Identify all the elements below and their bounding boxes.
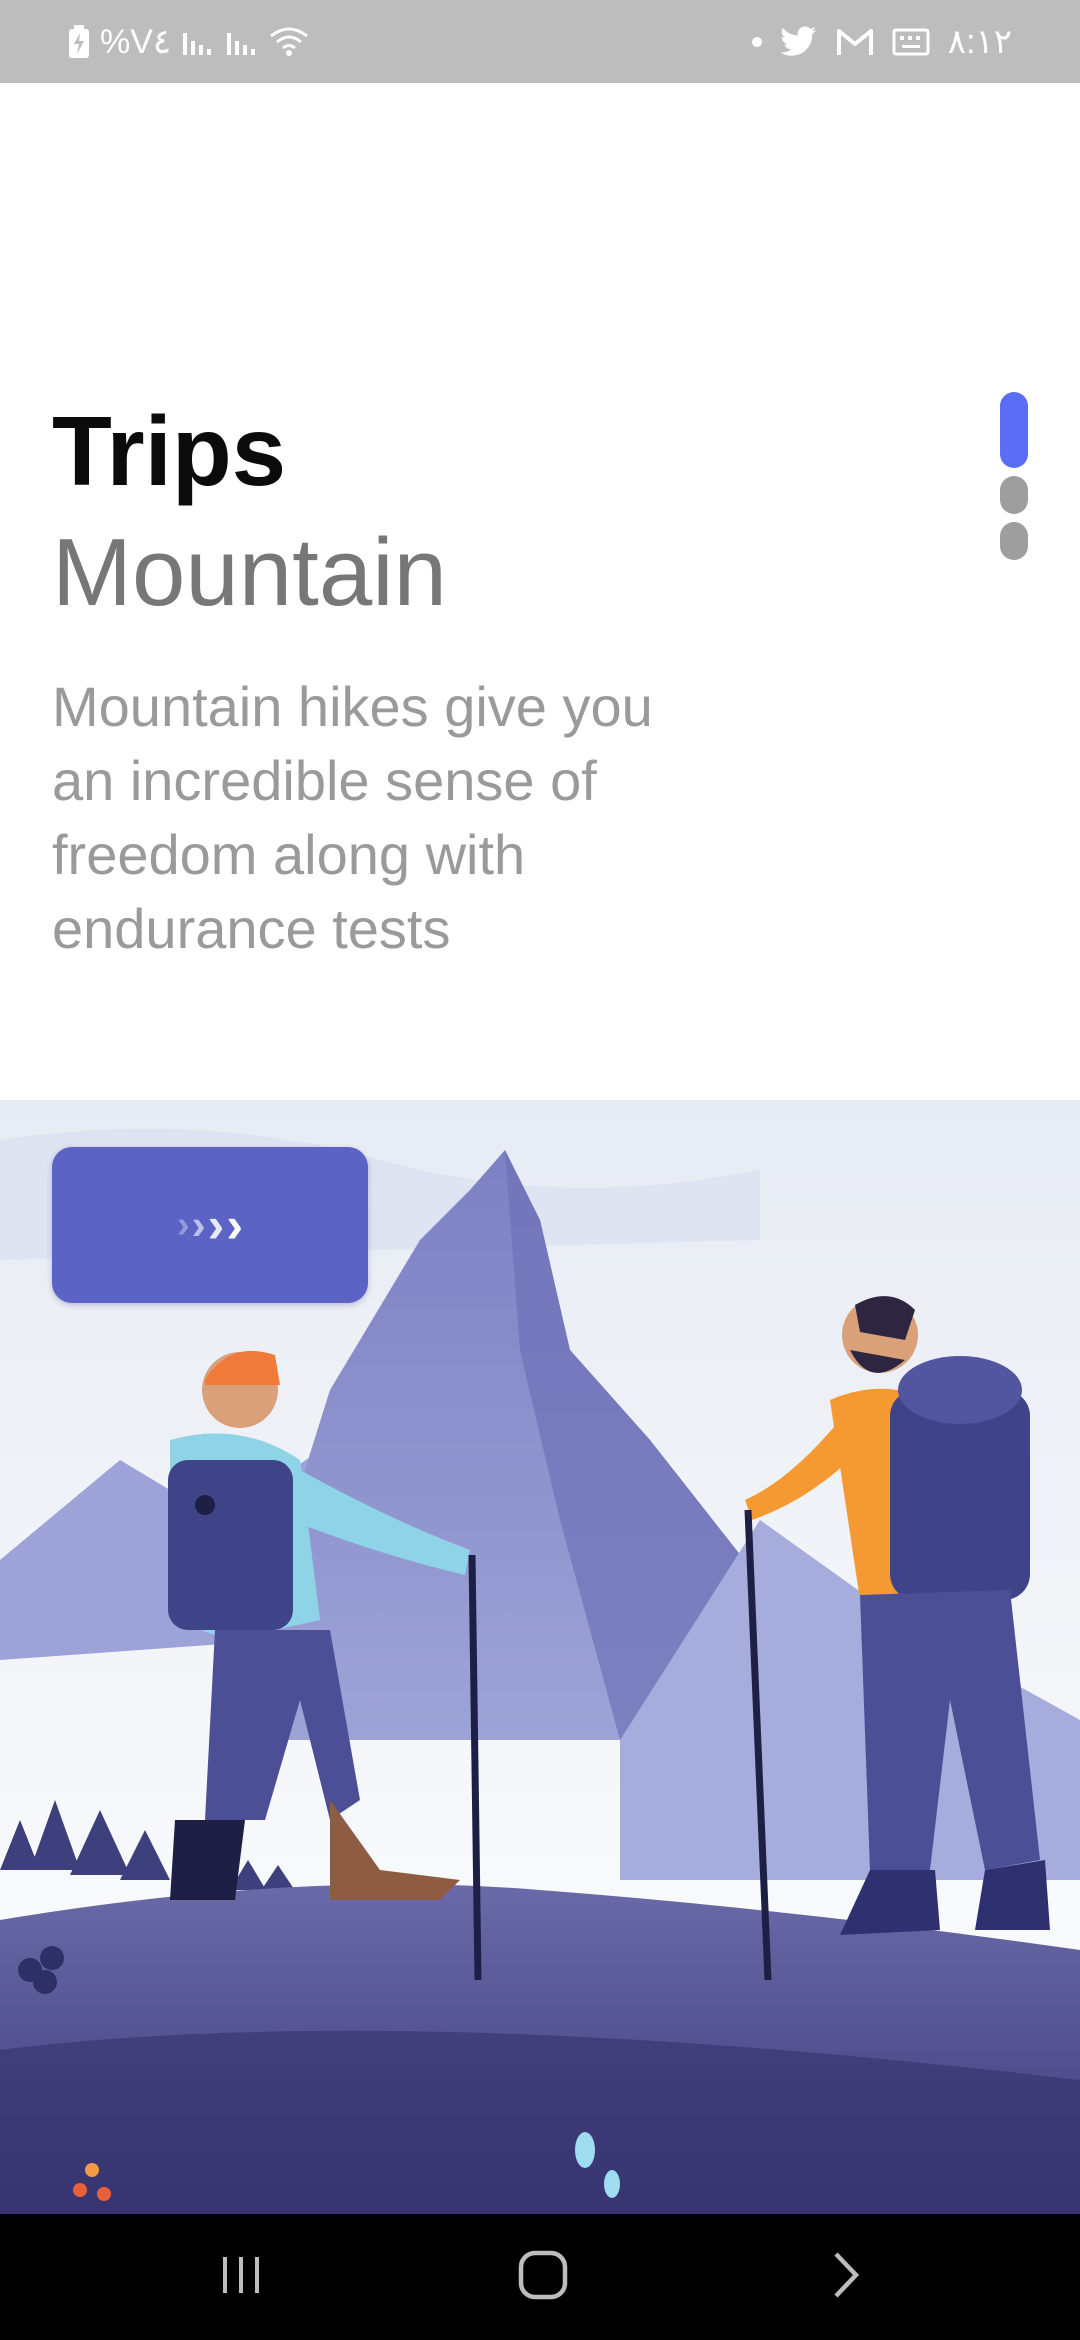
twitter-icon xyxy=(780,26,818,58)
wifi-icon xyxy=(269,26,309,58)
keyboard-icon xyxy=(892,27,930,57)
status-bar-right: ٨:١٢ xyxy=(751,20,1012,64)
status-bar-left: %V٤ xyxy=(68,20,309,64)
home-button[interactable] xyxy=(483,2236,603,2318)
page-indicator-dot[interactable] xyxy=(1000,476,1028,514)
page-indicator-dot-active[interactable] xyxy=(1000,392,1028,468)
page-indicator-dot[interactable] xyxy=(1000,522,1028,560)
status-time: ٨:١٢ xyxy=(947,23,1012,61)
chevron-right-icon: › › › › xyxy=(177,1196,243,1254)
chevron-3: › xyxy=(207,1197,225,1253)
gmail-icon xyxy=(836,27,874,57)
status-bar: %V٤ ٨:١٢ xyxy=(0,0,1080,83)
next-button[interactable]: › › › › xyxy=(52,1147,368,1303)
notification-dot-icon xyxy=(751,37,762,47)
page-indicator xyxy=(1000,392,1028,568)
chevron-4: › xyxy=(226,1197,243,1253)
title-trips: Trips xyxy=(52,396,287,506)
recents-button[interactable] xyxy=(182,2236,302,2318)
chevron-2: › xyxy=(191,1201,206,1248)
description-text: Mountain hikes give you an incredible se… xyxy=(52,675,653,960)
home-icon xyxy=(517,2249,569,2306)
battery-percent-text: %V٤ xyxy=(100,23,172,61)
signal-icon xyxy=(225,27,259,57)
back-icon xyxy=(826,2250,866,2305)
navigation-bar xyxy=(0,2214,1080,2340)
back-button[interactable] xyxy=(786,2236,906,2318)
signal-icon xyxy=(181,27,215,57)
chevron-1: › xyxy=(177,1203,190,1246)
title-mountain: Mountain xyxy=(52,519,447,626)
recents-icon xyxy=(217,2253,267,2302)
battery-charging-icon xyxy=(68,25,90,59)
